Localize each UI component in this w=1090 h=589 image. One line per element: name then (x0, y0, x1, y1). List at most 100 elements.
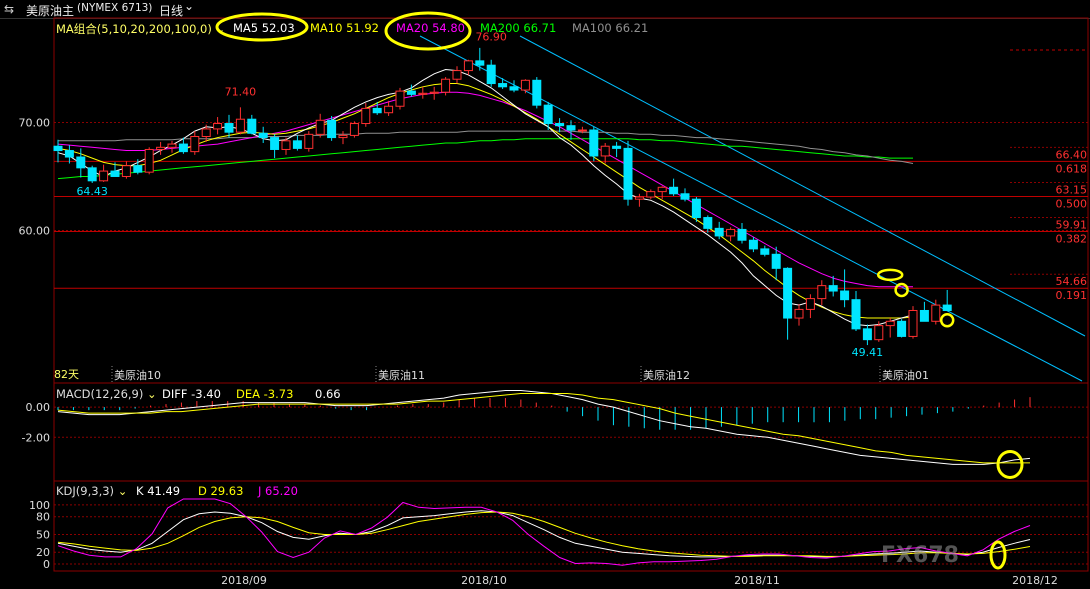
candle-body (338, 134, 348, 139)
candle-body (771, 253, 781, 269)
candle-body (851, 299, 861, 330)
candle-body (669, 186, 679, 195)
chart-canvas[interactable]: 60.00 70.00 66.400.618 63.150.500 59.910.382… (0, 0, 1090, 589)
candle-body (235, 118, 245, 133)
candle-body (258, 132, 268, 139)
candle-body (372, 107, 382, 114)
candle-body (942, 304, 952, 311)
contract-label: 美原油12 (643, 368, 690, 382)
candle-body (270, 137, 280, 150)
candle-body (361, 107, 371, 125)
channel-lower-line (519, 35, 1086, 337)
fib-price-label: 54.66 (1056, 275, 1088, 288)
candle-body (737, 228, 747, 241)
candle-body (64, 150, 74, 158)
candle-body (304, 133, 314, 149)
candle-body (315, 119, 325, 135)
candle-body (99, 170, 109, 182)
contract-label: 美原油11 (378, 368, 425, 382)
candle-body (760, 248, 770, 255)
candle-body (691, 198, 701, 219)
fib-ratio-label: 0.618 (1056, 162, 1088, 175)
candle-body (178, 143, 188, 153)
candle-body (612, 145, 622, 149)
candle-body (805, 298, 815, 310)
candle-body (87, 167, 97, 182)
candle-body (840, 290, 850, 301)
candle-body (703, 217, 713, 229)
candle-body (327, 119, 337, 139)
candle-body (817, 285, 827, 300)
watermark-logo: FX678 (881, 543, 959, 568)
candle-body (783, 267, 793, 319)
x-axis-date-label: 2018/12 (1012, 574, 1058, 587)
fib-ratio-label: 0.382 (1056, 232, 1088, 245)
candle-body (726, 228, 736, 237)
high-annotation-1: 71.40 (225, 85, 257, 98)
low-annotation-2: 49.41 (852, 346, 884, 359)
x-axis-date-label: 2018/10 (461, 574, 507, 587)
candle-body (121, 165, 131, 177)
fib-price-label: 66.40 (1056, 148, 1088, 161)
candle-body (577, 129, 587, 132)
candle-body (213, 123, 223, 130)
main-ytick-label: 70.00 (19, 116, 51, 129)
candle-body (133, 165, 143, 173)
candle-body (566, 125, 576, 131)
candle-body (532, 79, 542, 106)
candle-body (406, 90, 416, 95)
candle-body (144, 148, 154, 173)
fib-ratio-label: 0.500 (1056, 197, 1088, 210)
candle-body (224, 123, 234, 133)
kdj-ytick-label: 50 (36, 528, 50, 541)
candle-body (349, 123, 359, 136)
contract-label: 美原油10 (114, 368, 161, 382)
candle-body (828, 285, 838, 292)
candle-body (885, 320, 895, 327)
candle-body (384, 105, 394, 114)
fib-ratio-label: 0.191 (1056, 289, 1088, 302)
kdj-ytick-label: 80 (36, 511, 50, 524)
candle-body (600, 145, 610, 157)
candle-body (657, 186, 667, 193)
candle-body (748, 239, 758, 250)
fib-price-label: 59.91 (1056, 218, 1088, 231)
macd-ytick-label: -2.00 (22, 431, 50, 444)
candle-body (247, 118, 257, 134)
candle-body (589, 129, 599, 157)
candle-body (794, 308, 804, 319)
candle-body (452, 70, 462, 80)
highlight-circle (939, 312, 955, 328)
highlight-circle (894, 282, 909, 298)
high-annotation-2: 76.90 (475, 30, 507, 43)
candle-body (110, 170, 120, 177)
candle-body (543, 104, 553, 125)
candle-body (418, 92, 428, 95)
candle-body (463, 60, 473, 72)
x-axis-date-label: 2018/09 (221, 574, 267, 587)
candle-body (680, 193, 690, 200)
candle-body (167, 143, 177, 148)
ma20-line (57, 91, 913, 288)
candle-body (623, 147, 633, 200)
highlight-circle (876, 268, 904, 282)
candle-body (76, 156, 86, 169)
main-panel-frame (53, 17, 1089, 384)
main-ytick-label: 60.00 (19, 225, 51, 238)
candle-body (498, 83, 508, 88)
candle-body (520, 79, 530, 91)
kdj-ytick-label: 0 (43, 558, 50, 571)
macd-diff-line (57, 390, 1031, 465)
low-annotation-1: 64.43 (76, 185, 108, 198)
candle-body (395, 90, 405, 107)
candle-body (714, 227, 724, 237)
candle-body (486, 64, 496, 85)
contract-label: 美原油01 (882, 368, 929, 382)
candle-body (862, 328, 872, 341)
candle-body (190, 136, 200, 153)
macd-ytick-label: 0.00 (26, 401, 51, 414)
fib-price-label: 63.15 (1056, 183, 1088, 196)
candle-body (429, 91, 439, 94)
candle-body (634, 196, 644, 200)
x-axis-date-label: 2018/11 (734, 574, 780, 587)
